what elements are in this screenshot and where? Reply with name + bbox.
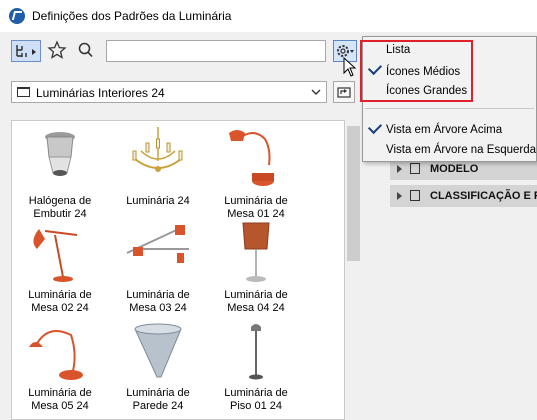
menu-item-arvore-esquerda[interactable]: Vista em Árvore na Esquerda	[386, 144, 536, 156]
library-item[interactable]: Luminária de Parede 24	[113, 317, 203, 417]
library-item[interactable]: Luminária de Piso 01 24	[211, 317, 301, 417]
search-input[interactable]	[106, 40, 326, 62]
chevron-down-icon	[311, 89, 321, 95]
expand-arrow-icon	[397, 165, 402, 173]
desk-lamp-icon	[242, 222, 270, 282]
desk-lamp-icon	[33, 229, 78, 282]
library-item[interactable]: Luminária 24	[113, 125, 203, 225]
tree-view-button[interactable]	[11, 40, 41, 62]
star-icon	[47, 40, 67, 59]
item-label-line2: Piso 01 24	[230, 400, 282, 412]
path-dropdown-arrow[interactable]	[305, 80, 327, 104]
library-item[interactable]: Luminária de Mesa 03 24	[113, 219, 203, 319]
model-icon	[410, 163, 420, 174]
parent-folder-button[interactable]	[333, 81, 355, 103]
item-label-line1: Luminária de	[224, 195, 288, 207]
section-label: MODELO	[430, 163, 479, 175]
item-label-line1: Luminária de	[28, 387, 92, 399]
checkmark-icon	[367, 119, 383, 135]
mouse-cursor-icon	[343, 57, 357, 77]
recessed-halogen-lamp-icon	[45, 132, 75, 176]
folder-icon	[17, 87, 30, 97]
library-item[interactable]: Halógena de Embutir 24	[15, 125, 105, 225]
expand-arrow-icon	[397, 192, 402, 200]
annotation-highlight	[360, 40, 473, 102]
library-path-label: Luminárias Interiores 24	[36, 86, 165, 100]
item-label-line1: Luminária de	[224, 289, 288, 301]
search-icon	[78, 42, 93, 58]
desk-lamp-icon	[229, 130, 274, 186]
item-label-line1: Luminária 24	[126, 195, 190, 207]
title-bar: Definições dos Padrões da Luminária	[0, 0, 537, 32]
item-label-line2: Parede 24	[132, 400, 184, 412]
item-label-line1: Luminária de	[224, 387, 288, 399]
item-label-line1: Luminária de	[28, 289, 92, 301]
classification-icon	[410, 190, 420, 201]
app-icon	[9, 8, 25, 24]
floor-lamp-icon	[249, 324, 263, 380]
folder-up-icon	[337, 87, 351, 98]
item-label-line2: Mesa 03 24	[129, 302, 187, 314]
scrollbar-thumb[interactable]	[347, 126, 360, 261]
library-item[interactable]: Luminária de Mesa 01 24	[211, 125, 301, 225]
wall-lamp-icon	[134, 323, 182, 378]
tree-view-icon	[16, 45, 36, 57]
item-label-line2: Mesa 02 24	[31, 302, 89, 314]
section-classificacao[interactable]: CLASSIFICAÇÃO E P	[390, 185, 537, 207]
window-title: Definições dos Padrões da Luminária	[32, 9, 232, 23]
chandelier-icon	[132, 127, 183, 172]
menu-item-arvore-acima[interactable]: Vista em Árvore Acima	[386, 124, 502, 136]
desk-lamp-icon	[29, 330, 83, 380]
library-item[interactable]: Luminária de Mesa 05 24	[15, 317, 105, 417]
search-button[interactable]	[77, 40, 95, 62]
vertical-scrollbar[interactable]	[345, 120, 362, 420]
item-label-line1: Halógena de	[28, 195, 92, 207]
item-label-line1: Luminária de	[126, 289, 190, 301]
library-item-grid: Halógena de Embutir 24 Luminária 24 Lumi…	[11, 120, 345, 420]
item-label-line2: Mesa 04 24	[227, 302, 285, 314]
library-item[interactable]: Luminária de Mesa 02 24	[15, 219, 105, 319]
section-label: CLASSIFICAÇÃO E P	[430, 190, 537, 202]
menu-separator	[365, 108, 534, 109]
library-path-dropdown[interactable]: Luminárias Interiores 24	[11, 81, 327, 103]
desk-lamp-icon	[126, 225, 189, 263]
favorites-button[interactable]	[47, 40, 67, 62]
library-item[interactable]: Luminária de Mesa 04 24	[211, 219, 301, 319]
item-label-line1: Luminária de	[126, 387, 190, 399]
item-label-line2: Mesa 05 24	[31, 400, 89, 412]
